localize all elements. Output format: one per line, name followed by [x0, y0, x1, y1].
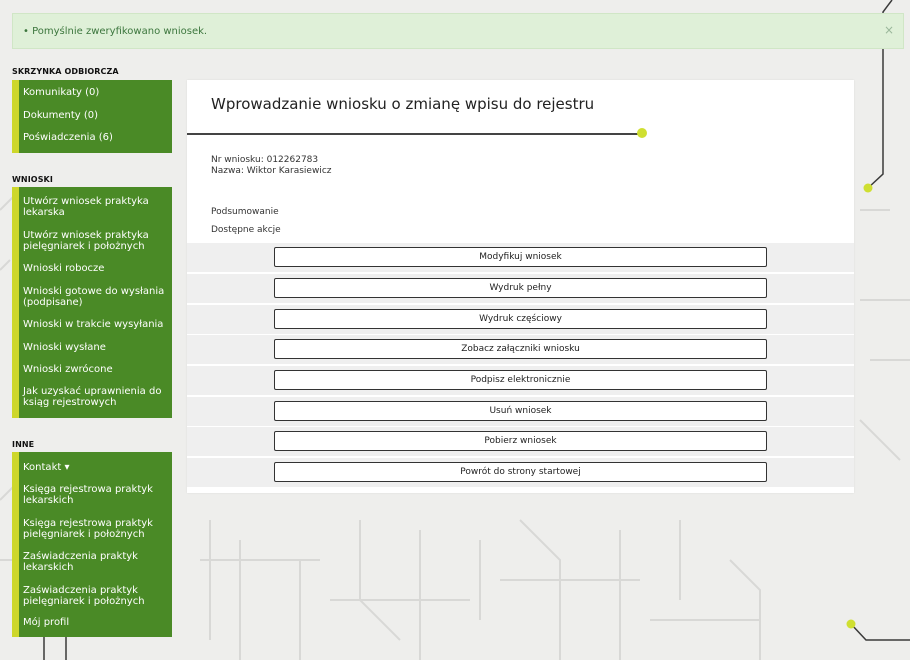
download-application-button[interactable]: Pobierz wniosek: [274, 431, 767, 451]
sidebar-item-certificates[interactable]: Poświadczenia (6): [19, 132, 172, 143]
action-row: Usuń wniosek: [187, 397, 854, 426]
inbox-menu: Komunikaty (0) Dokumenty (0) Poświadczen…: [12, 80, 172, 153]
other-menu: Kontakt ▾ Księga rejestrowa praktyk leka…: [12, 452, 172, 637]
sidebar-item-nursing-certificates[interactable]: Zaświadczenia praktyk pielęgniarek i poł…: [19, 585, 172, 607]
back-to-start-button[interactable]: Powrót do strony startowej: [274, 462, 767, 482]
sidebar-item-contact[interactable]: Kontakt ▾: [19, 462, 172, 473]
page-title: Wprowadzanie wniosku o zmianę wpisu do r…: [211, 95, 595, 113]
sidebar-item-permissions-help[interactable]: Jak uzyskać uprawnienia do ksiąg rejestr…: [19, 386, 172, 408]
close-icon[interactable]: ×: [884, 23, 894, 37]
sidebar-item-returned[interactable]: Wnioski zwrócone: [19, 364, 172, 375]
summary-label[interactable]: Podsumowanie: [211, 207, 279, 217]
sidebar-item-medical-certificates[interactable]: Zaświadczenia praktyk lekarskich: [19, 551, 172, 573]
delete-application-button[interactable]: Usuń wniosek: [274, 401, 767, 421]
title-underline: [187, 133, 639, 135]
action-row: Wydruk pełny: [187, 274, 854, 303]
action-row: Modyfikuj wniosek: [187, 243, 854, 272]
sidebar-item-medical-register[interactable]: Księga rejestrowa praktyk lekarskich: [19, 484, 172, 506]
inbox-section-title: SKRZYNKA ODBIORCZA: [12, 67, 119, 76]
applications-section-title: WNIOSKI: [12, 175, 53, 184]
view-attachments-button[interactable]: Zobacz załączniki wniosku: [274, 339, 767, 359]
sidebar-item-documents[interactable]: Dokumenty (0): [19, 110, 172, 121]
sidebar-item-sent[interactable]: Wnioski wysłane: [19, 342, 172, 353]
sidebar-item-create-medical[interactable]: Utwórz wniosek praktyka lekarska: [19, 196, 172, 218]
action-row: Zobacz załączniki wniosku: [187, 335, 854, 364]
alert-message: • Pomyślnie zweryfikowano wniosek.: [23, 26, 208, 37]
sidebar-item-nursing-register[interactable]: Księga rejestrowa praktyk pielęgniarek i…: [19, 518, 172, 540]
modify-application-button[interactable]: Modyfikuj wniosek: [274, 247, 767, 267]
actions-label: Dostępne akcje: [211, 225, 281, 235]
sidebar-item-create-nursing[interactable]: Utwórz wniosek praktyka pielęgniarek i p…: [19, 230, 172, 252]
partial-print-button[interactable]: Wydruk częściowy: [274, 309, 767, 329]
sidebar-item-drafts[interactable]: Wnioski robocze: [19, 263, 172, 274]
sign-electronically-button[interactable]: Podpisz elektronicznie: [274, 370, 767, 390]
sidebar-item-my-profile[interactable]: Mój profil: [19, 617, 172, 628]
other-section-title: INNE: [12, 440, 35, 449]
sidebar-item-sending[interactable]: Wnioski w trakcie wysyłania: [19, 319, 172, 330]
title-dot-decoration: [637, 128, 647, 138]
full-print-button[interactable]: Wydruk pełny: [274, 278, 767, 298]
action-row: Powrót do strony startowej: [187, 458, 854, 487]
success-alert: • Pomyślnie zweryfikowano wniosek. ×: [12, 13, 904, 49]
action-row: Wydruk częściowy: [187, 305, 854, 334]
action-row: Podpisz elektronicznie: [187, 366, 854, 395]
applicant-name: Nazwa: Wiktor Karasiewicz: [211, 166, 332, 176]
sidebar-item-ready-signed[interactable]: Wnioski gotowe do wysłania (podpisane): [19, 286, 172, 308]
action-row: Pobierz wniosek: [187, 427, 854, 456]
sidebar-item-messages[interactable]: Komunikaty (0): [19, 87, 172, 98]
application-number: Nr wniosku: 012262783: [211, 155, 319, 165]
main-panel: Wprowadzanie wniosku o zmianę wpisu do r…: [187, 80, 854, 493]
applications-menu: Utwórz wniosek praktyka lekarska Utwórz …: [12, 187, 172, 418]
